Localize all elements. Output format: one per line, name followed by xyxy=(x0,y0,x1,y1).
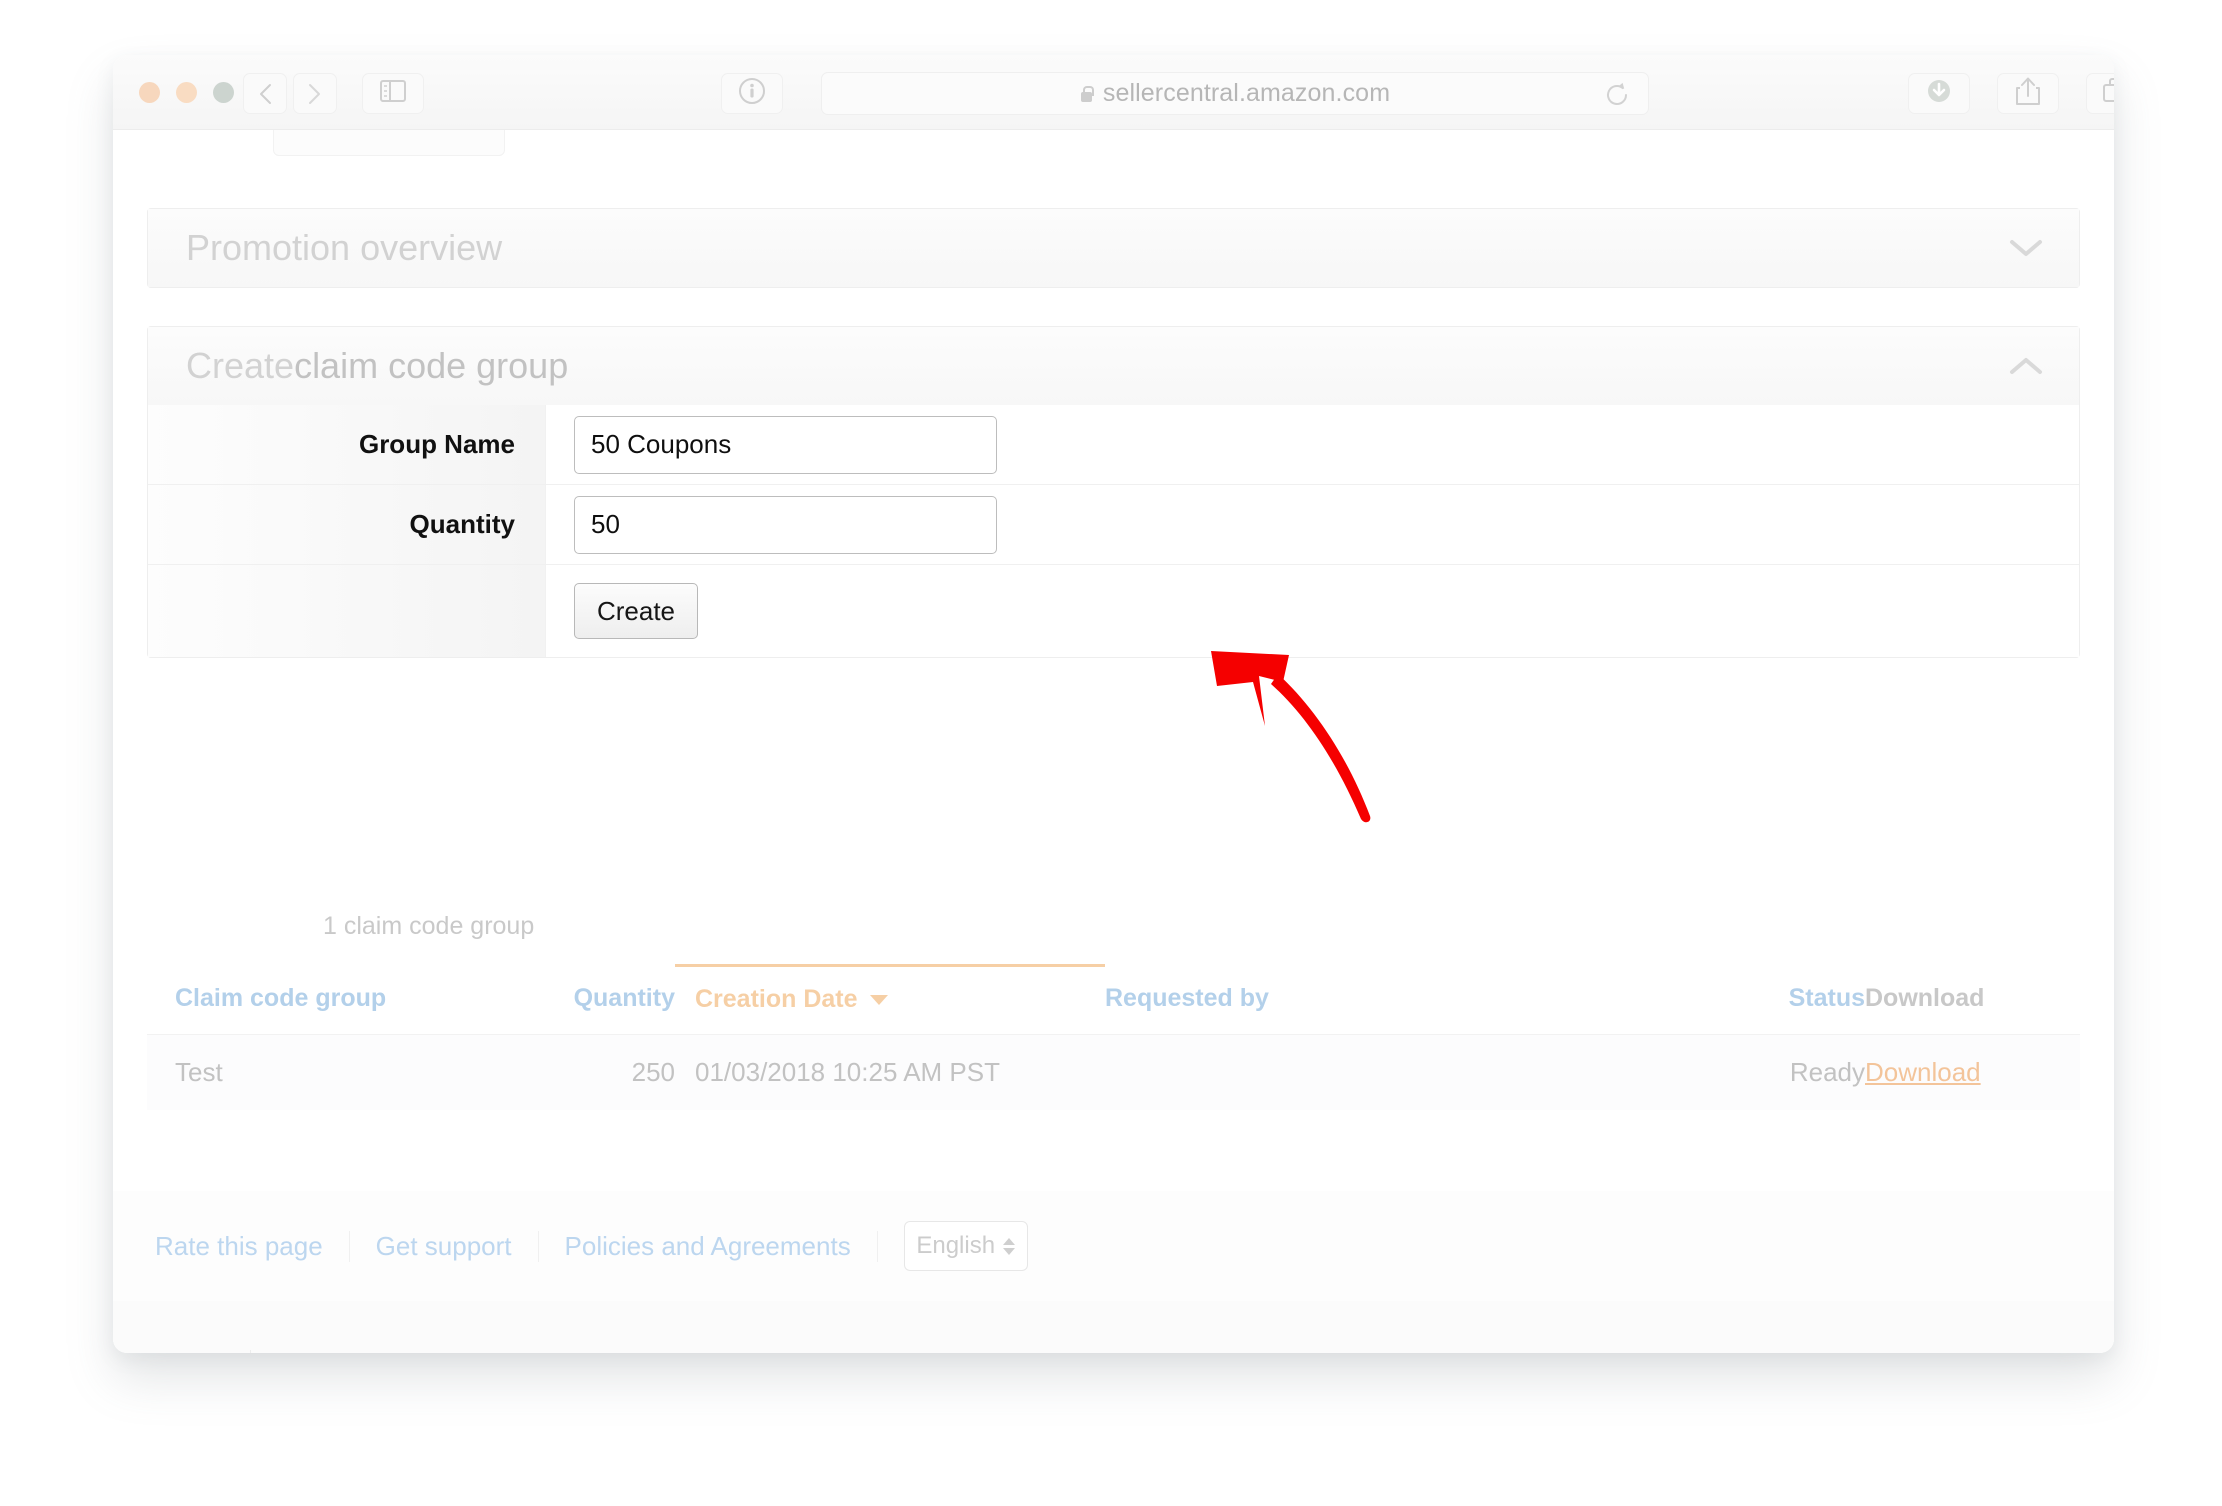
table-header-row: Claim code group Quantity Creation Date … xyxy=(147,964,2080,1035)
browser-toolbar: sellercentral.amazon.com xyxy=(113,55,2114,130)
red-curved-arrow-annotation xyxy=(1211,651,1371,823)
cut-off-element-above xyxy=(273,130,505,156)
sidebar-toggle-button[interactable] xyxy=(362,73,424,114)
quantity-label: Quantity xyxy=(148,485,546,564)
brand-name: Unicoi xyxy=(155,1350,252,1353)
create-button-cell: Create xyxy=(546,565,2079,657)
column-header-quantity[interactable]: Quantity xyxy=(485,965,675,1035)
promotion-overview-header[interactable]: Promotion overview xyxy=(148,209,2079,287)
group-name-label: Group Name xyxy=(148,405,546,484)
column-header-claim-code-group[interactable]: Claim code group xyxy=(147,965,485,1035)
url-text: sellercentral.amazon.com xyxy=(1102,79,1391,107)
minimize-window-button[interactable] xyxy=(176,82,197,103)
column-header-creation-date-label: Creation Date xyxy=(695,985,858,1013)
back-button[interactable] xyxy=(243,73,287,114)
reload-icon[interactable] xyxy=(1604,82,1630,108)
footer-link-rate-this-page[interactable]: Rate this page xyxy=(155,1230,350,1262)
share-button[interactable] xyxy=(1997,73,2059,114)
forward-button[interactable] xyxy=(293,73,337,114)
cell-creation-date: 01/03/2018 10:25 AM PST xyxy=(675,1034,1105,1110)
column-header-requested-by[interactable]: Requested by xyxy=(1105,965,1585,1035)
create-claim-code-group-form: Group Name Quantity xyxy=(148,405,2079,657)
footer-links-bar: Rate this page Get support Policies and … xyxy=(113,1191,2114,1301)
chevron-up-icon[interactable] xyxy=(2009,356,2043,376)
browser-window: sellercentral.amazon.com Promotion overv… xyxy=(113,55,2114,1353)
language-select[interactable]: English xyxy=(903,1221,1028,1271)
maximize-window-button[interactable] xyxy=(213,82,234,103)
promotion-overview-panel[interactable]: Promotion overview xyxy=(147,208,2080,288)
chevron-down-icon[interactable] xyxy=(2009,238,2043,258)
column-header-download: Download xyxy=(1865,965,2080,1035)
footer-link-policies-and-agreements[interactable]: Policies and Agreements xyxy=(539,1230,878,1262)
stepper-arrows-icon xyxy=(1003,1237,1016,1255)
group-name-row: Group Name xyxy=(148,405,2079,485)
cell-download: Download xyxy=(1865,1034,2080,1110)
quantity-input[interactable] xyxy=(574,495,997,554)
promotion-overview-title: Promotion overview xyxy=(186,227,503,268)
copyright-bar: Unicoi © 1999-2017, Amazon.com, Inc. or … xyxy=(113,1301,2114,1353)
create-panel-title-rest: claim code group xyxy=(294,345,569,386)
create-claim-code-group-panel: Create claim code group Group Name 50 Co… xyxy=(147,326,2080,658)
lock-icon xyxy=(1080,85,1094,102)
close-window-button[interactable] xyxy=(139,82,160,103)
language-select-value: English xyxy=(916,1232,996,1259)
sidebar-toggle-icon xyxy=(380,80,406,107)
page-info-button[interactable] xyxy=(721,73,783,114)
create-button[interactable]: Create xyxy=(574,583,698,639)
create-button-row: Create xyxy=(148,565,2079,657)
column-header-status[interactable]: Status xyxy=(1585,965,1865,1035)
create-claim-code-group-header[interactable]: Create claim code group xyxy=(148,327,2079,405)
quantity-row: Quantity xyxy=(148,485,2079,565)
downloads-button[interactable] xyxy=(1908,73,1970,114)
screenshot-root: sellercentral.amazon.com Promotion overv… xyxy=(0,0,2222,1506)
download-icon xyxy=(1924,76,1954,111)
window-traffic-lights xyxy=(139,82,234,103)
chevron-right-icon xyxy=(308,83,322,105)
group-name-input[interactable] xyxy=(574,415,997,474)
tab-overview-icon xyxy=(2102,77,2114,110)
claim-code-group-count: 1 claim code group xyxy=(323,912,535,940)
address-bar[interactable]: sellercentral.amazon.com xyxy=(821,72,1649,115)
cell-status: Ready xyxy=(1585,1034,1865,1110)
download-link[interactable]: Download xyxy=(1865,1057,1981,1087)
column-header-creation-date[interactable]: Creation Date xyxy=(675,964,1105,1035)
create-panel-title-prefix: Create xyxy=(186,345,295,386)
share-icon xyxy=(2015,76,2041,111)
group-name-field-cell xyxy=(546,405,2079,484)
info-icon xyxy=(737,76,767,111)
footer-link-get-support[interactable]: Get support xyxy=(350,1230,539,1262)
chevron-left-icon xyxy=(258,83,272,105)
cell-requested-by xyxy=(1105,1034,1585,1110)
create-row-spacer xyxy=(148,565,546,657)
tab-overview-button[interactable] xyxy=(2086,73,2114,114)
sort-descending-caret-icon xyxy=(869,995,888,1006)
copyright-text: © 1999-2017, Amazon.com, Inc. or its aff… xyxy=(251,1350,794,1353)
cell-quantity: 250 xyxy=(485,1034,675,1110)
quantity-field-cell xyxy=(546,485,2079,564)
claim-code-groups-table: Claim code group Quantity Creation Date … xyxy=(147,964,2080,1110)
page-content: Promotion overview Create claim code gro… xyxy=(113,130,2114,1353)
table-row: Test 250 01/03/2018 10:25 AM PST Ready D… xyxy=(147,1034,2080,1110)
cell-claim-code-group: Test xyxy=(147,1034,485,1110)
